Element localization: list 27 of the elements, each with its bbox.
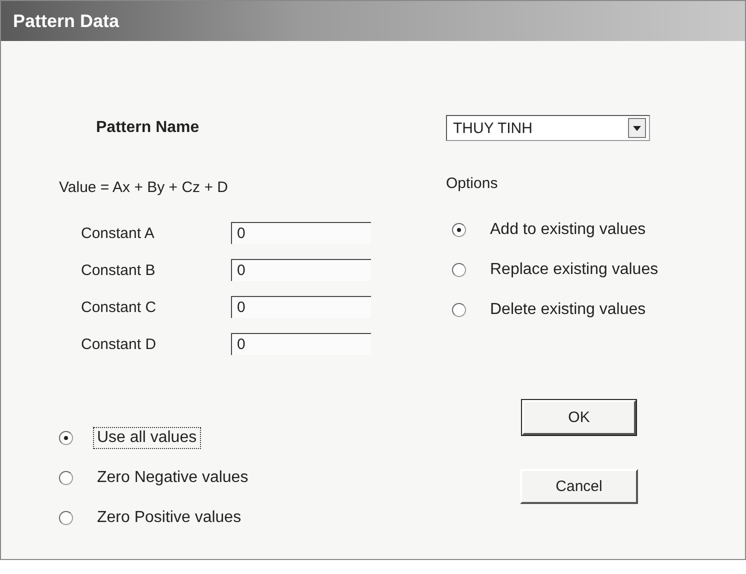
cancel-button[interactable]: Cancel [520,469,638,504]
radio-label[interactable]: Zero Positive values [93,507,246,529]
radio-button[interactable] [452,263,466,277]
radio-label[interactable]: Add to existing values [486,219,650,241]
input-field[interactable]: 0 [231,296,371,318]
options-label: Options [446,175,499,194]
constant-label: Constant C [81,298,158,316]
radio-button[interactable] [452,303,466,317]
constant-label: Constant A [81,224,156,242]
radio-button[interactable] [59,471,73,485]
radio-label[interactable]: Replace existing values [486,259,662,281]
input-field[interactable]: 0 [231,333,371,355]
input-field[interactable]: 0 [231,222,371,244]
pattern-name-label: Pattern Name [96,119,200,138]
radio-button[interactable] [59,431,73,445]
radio-label[interactable]: Zero Negative values [93,467,252,489]
radio-label[interactable]: Use all values [93,427,201,449]
radio-button[interactable] [59,511,73,525]
pattern-dropdown[interactable]: THUY TINH [446,115,650,141]
formula-text: Value = Ax + By + Cz + D [59,179,229,198]
constant-label: Constant D [81,336,158,352]
window-title: Pattern Data [1,1,745,41]
radio-button[interactable] [452,223,466,237]
constant-label: Constant B [81,262,156,278]
input-field[interactable]: 0 [231,259,371,281]
ok-button[interactable]: OK [522,400,636,435]
radio-label[interactable]: Delete existing values [486,299,650,321]
